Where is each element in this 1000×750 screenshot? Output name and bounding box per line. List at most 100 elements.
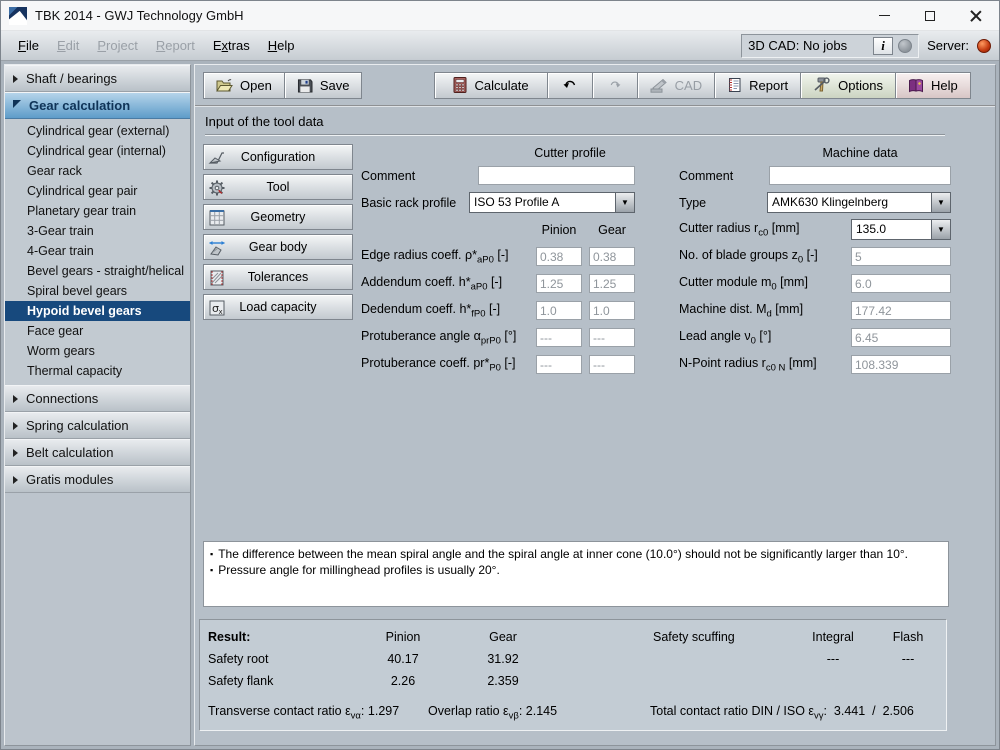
configuration-icon: [208, 149, 226, 167]
chevron-right-icon: [13, 449, 18, 457]
menu-help[interactable]: Help: [259, 35, 304, 56]
content-area: Shaft / bearings Gear calculation Cylind…: [1, 61, 999, 749]
sidebar-section-spring-calculation[interactable]: Spring calculation: [5, 412, 190, 439]
info-button[interactable]: i: [873, 37, 893, 55]
n-point-radius-label: N-Point radius rc0 N [mm]: [679, 356, 817, 374]
open-button[interactable]: Open: [203, 72, 285, 99]
report-button[interactable]: Report: [714, 72, 801, 99]
result-col-scuffing: Safety scuffing: [653, 626, 793, 648]
redo-icon: [608, 80, 622, 90]
maximize-button[interactable]: [907, 1, 953, 30]
work-area: Configuration Tool Geometry Gear body: [195, 136, 995, 745]
edge-radius-label: Edge radius coeff. ρ*aP0 [-]: [361, 248, 508, 266]
cad-status-text: 3D CAD: No jobs: [748, 38, 873, 53]
protuberance-coeff-gear-field: [589, 355, 635, 374]
sidebar-section-shaft-bearings[interactable]: Shaft / bearings: [5, 65, 190, 92]
help-book-icon: [908, 78, 924, 93]
cutter-radius-dropdown[interactable]: 135.0 ▼: [851, 219, 951, 240]
load-capacity-button[interactable]: σx Load capacity: [203, 294, 353, 320]
tool-button[interactable]: Tool: [203, 174, 353, 200]
sidebar-item-worm-gears[interactable]: Worm gears: [5, 341, 190, 361]
notes-panel: ▪The difference between the mean spiral …: [203, 541, 949, 607]
help-button[interactable]: Help: [895, 72, 971, 99]
lead-angle-label: Lead angle ν0 [°]: [679, 329, 771, 347]
sidebar-item-hypoid-bevel-gears[interactable]: Hypoid bevel gears: [5, 301, 190, 321]
scuffing-integral-value: ---: [793, 648, 873, 670]
edge-radius-pinion-field: [536, 247, 582, 266]
sidebar-item-3-gear-train[interactable]: 3-Gear train: [5, 221, 190, 241]
sidebar-item-thermal-capacity[interactable]: Thermal capacity: [5, 361, 190, 381]
server-status-indicator: [977, 39, 991, 53]
scuffing-flash-value: ---: [873, 648, 943, 670]
cad-button: CAD: [637, 72, 715, 99]
chevron-down-icon: ▼: [931, 193, 950, 212]
safety-flank-label: Safety flank: [208, 670, 358, 692]
server-label: Server:: [927, 38, 969, 53]
menu-extras[interactable]: Extras: [204, 35, 259, 56]
sidebar-item-planetary-gear-train[interactable]: Planetary gear train: [5, 201, 190, 221]
sidebar-item-bevel-gears-straight-helical[interactable]: Bevel gears - straight/helical: [5, 261, 190, 281]
toolbar: Open Save Calculate: [195, 65, 995, 107]
result-panel: Result: Pinion Gear Safety scuffing Inte…: [199, 619, 947, 731]
sidebar-item-gear-rack[interactable]: Gear rack: [5, 161, 190, 181]
cutter-profile-section: Comment Basic rack profile ISO 53 Profil…: [361, 162, 635, 378]
protuberance-coeff-label: Protuberance coeff. pr*P0 [-]: [361, 356, 516, 374]
overlap-ratio: Overlap ratio εvβ: 2.145: [428, 704, 650, 722]
pinion-column-header: Pinion: [536, 223, 582, 237]
menu-file[interactable]: File: [9, 35, 48, 56]
report-notepad-icon: [727, 77, 742, 93]
sidebar-section-gear-calculation[interactable]: Gear calculation: [5, 92, 190, 119]
sidebar-section-belt-calculation[interactable]: Belt calculation: [5, 439, 190, 466]
options-tools-icon: [813, 77, 831, 93]
result-title: Result:: [208, 626, 358, 648]
sidebar-item-spiral-bevel-gears[interactable]: Spiral bevel gears: [5, 281, 190, 301]
cutter-module-field: [851, 274, 951, 293]
undo-button[interactable]: [547, 72, 593, 99]
machine-data-title: Machine data: [780, 146, 940, 160]
calculate-button[interactable]: Calculate: [434, 72, 547, 99]
close-button[interactable]: [953, 1, 999, 30]
basic-rack-profile-dropdown[interactable]: ISO 53 Profile A ▼: [469, 192, 635, 213]
note-line: ▪The difference between the mean spiral …: [210, 546, 942, 562]
sidebar-item-4-gear-train[interactable]: 4-Gear train: [5, 241, 190, 261]
n-point-radius-field: [851, 355, 951, 374]
configuration-button[interactable]: Configuration: [203, 144, 353, 170]
cutter-module-label: Cutter module m0 [mm]: [679, 275, 808, 293]
lead-angle-field: [851, 328, 951, 347]
machine-type-dropdown[interactable]: AMK630 Klingelnberg ▼: [767, 192, 951, 213]
tolerances-button[interactable]: Tolerances: [203, 264, 353, 290]
calculator-icon: [453, 77, 467, 93]
open-folder-icon: [216, 78, 233, 93]
machine-comment-input[interactable]: [769, 166, 951, 185]
minimize-icon: [879, 15, 890, 16]
safety-flank-gear: 2.359: [448, 670, 558, 692]
gear-calculation-list: Cylindrical gear (external) Cylindrical …: [5, 119, 190, 385]
sidebar-section-connections[interactable]: Connections: [5, 385, 190, 412]
options-button[interactable]: Options: [800, 72, 896, 99]
geometry-button[interactable]: Geometry: [203, 204, 353, 230]
chevron-right-icon: [13, 422, 18, 430]
menu-edit: Edit: [48, 35, 88, 56]
app-window: TBK 2014 - GWJ Technology GmbH File Edit…: [0, 0, 1000, 750]
sidebar-item-cylindrical-gear-internal[interactable]: Cylindrical gear (internal): [5, 141, 190, 161]
sidebar-item-face-gear[interactable]: Face gear: [5, 321, 190, 341]
total-contact-ratio: Total contact ratio DIN / ISO εvγ: 3.441…: [650, 704, 938, 722]
gear-body-button[interactable]: Gear body: [203, 234, 353, 260]
cutter-comment-input[interactable]: [478, 166, 635, 185]
gear-body-icon: [208, 239, 226, 257]
sidebar-section-gratis-modules[interactable]: Gratis modules: [5, 466, 190, 493]
geometry-grid-icon: [208, 209, 226, 227]
tool-gear-icon: [208, 179, 226, 197]
sidebar-item-cylindrical-gear-pair[interactable]: Cylindrical gear pair: [5, 181, 190, 201]
protuberance-angle-label: Protuberance angle αprP0 [°]: [361, 329, 516, 347]
section-nav-buttons: Configuration Tool Geometry Gear body: [203, 144, 353, 320]
minimize-button[interactable]: [861, 1, 907, 30]
note-line: ▪Pressure angle for millinghead profiles…: [210, 562, 942, 578]
save-button[interactable]: Save: [284, 72, 363, 99]
main-panel: Open Save Calculate: [194, 64, 996, 746]
sidebar-item-cylindrical-gear-external[interactable]: Cylindrical gear (external): [5, 121, 190, 141]
protuberance-angle-gear-field: [589, 328, 635, 347]
cad-status-indicator: [898, 39, 912, 53]
safety-root-gear: 31.92: [448, 648, 558, 670]
dedendum-pinion-field: [536, 301, 582, 320]
